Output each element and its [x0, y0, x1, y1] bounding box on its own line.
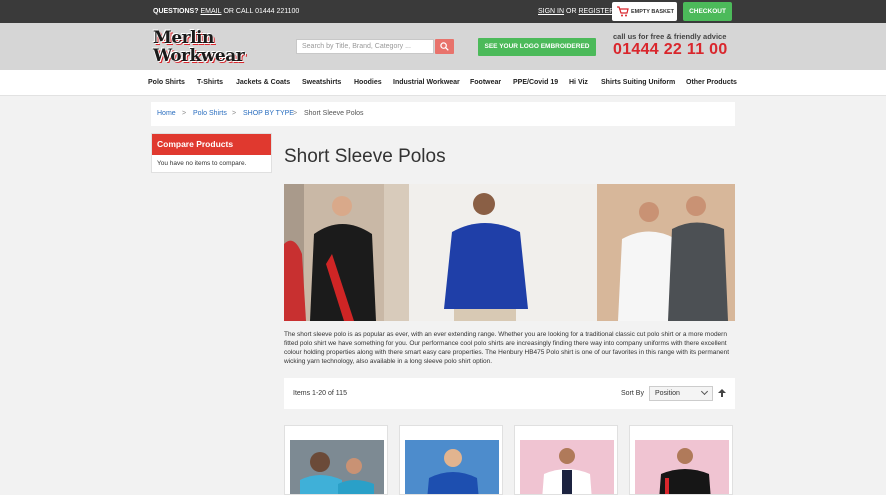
- nav-item-hoodies[interactable]: Hoodies: [354, 79, 382, 86]
- sort-by-label: Sort By: [621, 390, 644, 397]
- compare-products-block: Compare Products You have no items to co…: [151, 133, 272, 173]
- breadcrumb-shop-by-type[interactable]: SHOP BY TYPE: [243, 110, 294, 117]
- search-icon: [440, 42, 449, 51]
- logo-line-1: Merlin: [153, 28, 214, 48]
- product-card[interactable]: [284, 425, 388, 495]
- sort-direction-arrow-icon[interactable]: [717, 388, 727, 398]
- compare-products-empty-text: You have no items to compare.: [157, 160, 247, 167]
- nav-item-ppe[interactable]: PPE/Covid 19: [513, 79, 558, 86]
- nav-item-jackets-coats[interactable]: Jackets & Coats: [236, 79, 290, 86]
- cart-icon: [617, 6, 629, 17]
- basket-button[interactable]: EMPTY BASKET: [612, 2, 677, 21]
- nav-item-hi-viz[interactable]: Hi Viz: [569, 79, 588, 86]
- register-link[interactable]: REGISTER: [578, 8, 614, 15]
- category-description: The short sleeve polo is as popular as e…: [284, 331, 729, 365]
- items-count: Items 1-20 of 115: [293, 390, 347, 397]
- breadcrumb-separator: >: [293, 110, 298, 117]
- nav-item-other-products[interactable]: Other Products: [686, 79, 737, 86]
- nav-item-sweatshirts[interactable]: Sweatshirts: [302, 79, 341, 86]
- breadcrumb-current: Short Sleeve Polos: [304, 110, 364, 117]
- top-bar: QUESTIONS? EMAIL OR CALL 01444 221100 SI…: [0, 0, 886, 23]
- email-link[interactable]: EMAIL: [200, 8, 221, 15]
- product-toolbar: Items 1-20 of 115 Sort By Position: [284, 378, 735, 409]
- basket-label: EMPTY BASKET: [631, 9, 674, 15]
- site-header: Merlin Workwear Search by Title, Brand, …: [0, 23, 886, 70]
- breadcrumb-home[interactable]: Home: [157, 110, 176, 117]
- questions-label: QUESTIONS?: [153, 8, 199, 15]
- product-card[interactable]: [629, 425, 733, 495]
- breadcrumb: Home > Polo Shirts > SHOP BY TYPE > Shor…: [151, 102, 735, 126]
- product-image: [290, 440, 384, 494]
- nav-item-polo-shirts[interactable]: Polo Shirts: [148, 79, 185, 86]
- breadcrumb-polo-shirts[interactable]: Polo Shirts: [193, 110, 227, 117]
- site-logo[interactable]: Merlin Workwear: [151, 28, 259, 66]
- breadcrumb-separator: >: [182, 110, 187, 117]
- nav-item-industrial-workwear[interactable]: Industrial Workwear: [393, 79, 460, 86]
- breadcrumb-separator: >: [232, 110, 237, 117]
- compare-products-title: Compare Products: [152, 134, 271, 155]
- logo-line-2: Workwear: [153, 46, 245, 66]
- or-text: OR: [566, 8, 577, 15]
- call-us-text: call us for free & friendly advice: [613, 32, 727, 41]
- main-nav: Polo Shirts T-Shirts Jackets & Coats Swe…: [0, 70, 886, 96]
- checkout-button[interactable]: CHECKOUT: [683, 2, 732, 21]
- product-image: [635, 440, 729, 494]
- product-image: [405, 440, 499, 494]
- account-links: SIGN IN OR REGISTER: [538, 8, 614, 15]
- chevron-down-icon: [700, 387, 709, 396]
- nav-item-shirts-suiting[interactable]: Shirts Suiting Uniform: [601, 79, 675, 86]
- sort-by-value: Position: [655, 390, 680, 397]
- phone-number[interactable]: 01444 22 11 00: [613, 41, 728, 59]
- sign-in-link[interactable]: SIGN IN: [538, 8, 564, 15]
- call-text: OR CALL 01444 221100: [223, 8, 300, 15]
- nav-item-footwear[interactable]: Footwear: [470, 79, 501, 86]
- logo-embroidered-button[interactable]: SEE YOUR LOGO EMBROIDERED: [478, 38, 596, 56]
- product-image: [520, 440, 614, 494]
- search-input[interactable]: Search by Title, Brand, Category ...: [296, 39, 434, 54]
- sort-by-select[interactable]: Position: [649, 386, 713, 401]
- nav-item-t-shirts[interactable]: T-Shirts: [197, 79, 223, 86]
- product-card[interactable]: [514, 425, 618, 495]
- search-button[interactable]: [435, 39, 454, 54]
- page-title: Short Sleeve Polos: [284, 146, 446, 167]
- contact-line: QUESTIONS? EMAIL OR CALL 01444 221100: [153, 8, 299, 15]
- category-banner-image: [284, 184, 735, 321]
- product-card[interactable]: [399, 425, 503, 495]
